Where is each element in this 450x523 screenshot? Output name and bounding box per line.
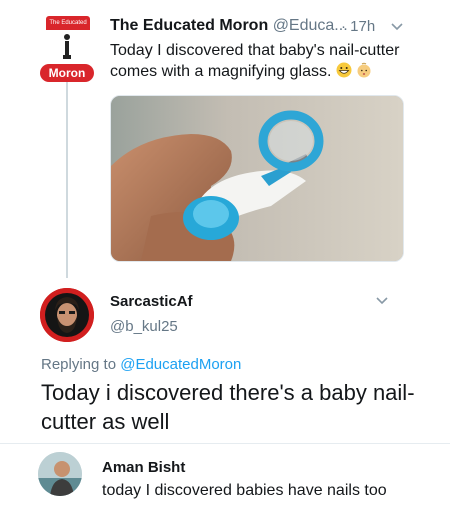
author-handle[interactable]: @Educa... <box>273 17 348 34</box>
author-name[interactable]: Aman Bisht <box>102 459 185 476</box>
tweet-timestamp[interactable]: · 17h <box>341 18 375 35</box>
author-name[interactable]: SarcasticAf <box>110 293 193 310</box>
sarcasticaf-avatar[interactable] <box>40 288 94 342</box>
baby-emoji <box>357 62 371 78</box>
divider <box>0 443 450 444</box>
tweet-author[interactable]: The Educated Moron @Educa... <box>110 17 348 35</box>
tweet-text: Today i discovered there's a baby nail-c… <box>41 380 415 434</box>
aman-bisht-avatar[interactable] <box>38 452 82 496</box>
tweet-text: Today I discovered that baby's nail-cutt… <box>110 40 445 82</box>
replying-to-label: Replying to <box>41 356 121 373</box>
chevron-down-icon[interactable] <box>374 294 390 308</box>
educated-moron-avatar[interactable]: The Educated Moron <box>40 16 94 86</box>
tweet-photo[interactable] <box>110 95 404 262</box>
replying-to: Replying to @EducatedMoron <box>41 356 241 373</box>
avatar-logo-text: The Educated <box>46 16 90 30</box>
tweet-text: today I discovered babies have nails too <box>102 482 387 499</box>
avatar-banner: Moron <box>40 64 94 82</box>
grinning-face-emoji <box>336 62 352 78</box>
figure-icon <box>63 34 71 59</box>
author-handle[interactable]: @b_kul25 <box>110 318 178 335</box>
user-photo-avatar-icon <box>38 452 82 496</box>
chevron-down-icon[interactable] <box>389 20 405 34</box>
replying-to-link[interactable]: @EducatedMoron <box>120 356 241 373</box>
thread-line <box>66 78 68 278</box>
bearded-man-avatar-icon <box>40 288 94 342</box>
baby-nail-cutter-photo <box>111 96 403 261</box>
author-name[interactable]: The Educated Moron <box>110 17 268 34</box>
